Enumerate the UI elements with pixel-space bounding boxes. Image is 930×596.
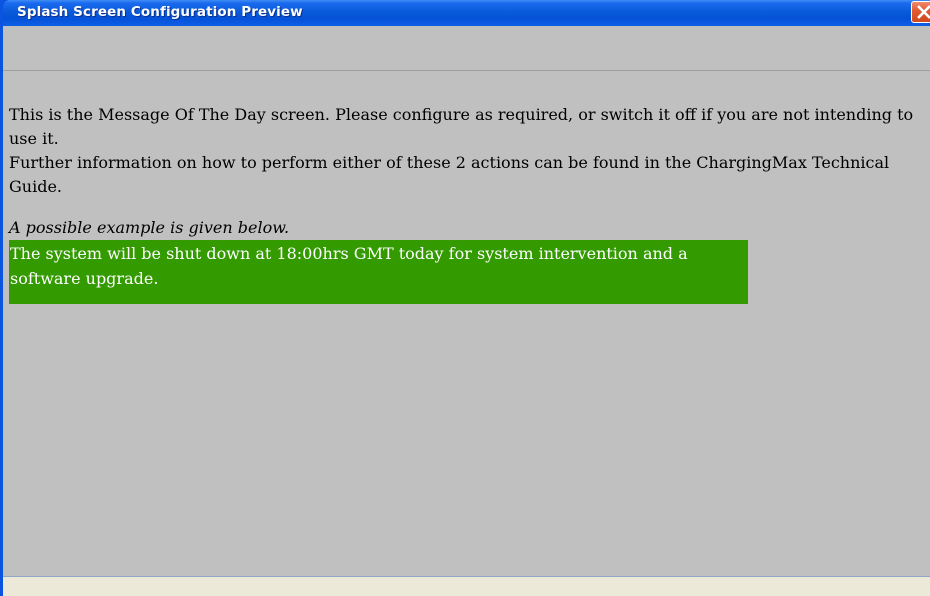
example-caption: A possible example is given below.	[9, 218, 290, 237]
window-title: Splash Screen Configuration Preview	[17, 4, 303, 20]
example-message-box: The system will be shut down at 18:00hrs…	[9, 240, 748, 304]
top-strip	[3, 26, 930, 71]
title-bar[interactable]: Splash Screen Configuration Preview	[3, 0, 930, 26]
further-info-text: Further information on how to perform ei…	[9, 153, 890, 196]
close-x-icon	[917, 5, 930, 19]
close-button[interactable]	[911, 1, 930, 23]
message-of-the-day-content: This is the Message Of The Day screen. P…	[3, 71, 930, 577]
intro-text: This is the Message Of The Day screen. P…	[9, 105, 914, 148]
splash-preview-window: Splash Screen Configuration Preview This…	[0, 0, 930, 596]
footer-bar	[3, 577, 930, 596]
